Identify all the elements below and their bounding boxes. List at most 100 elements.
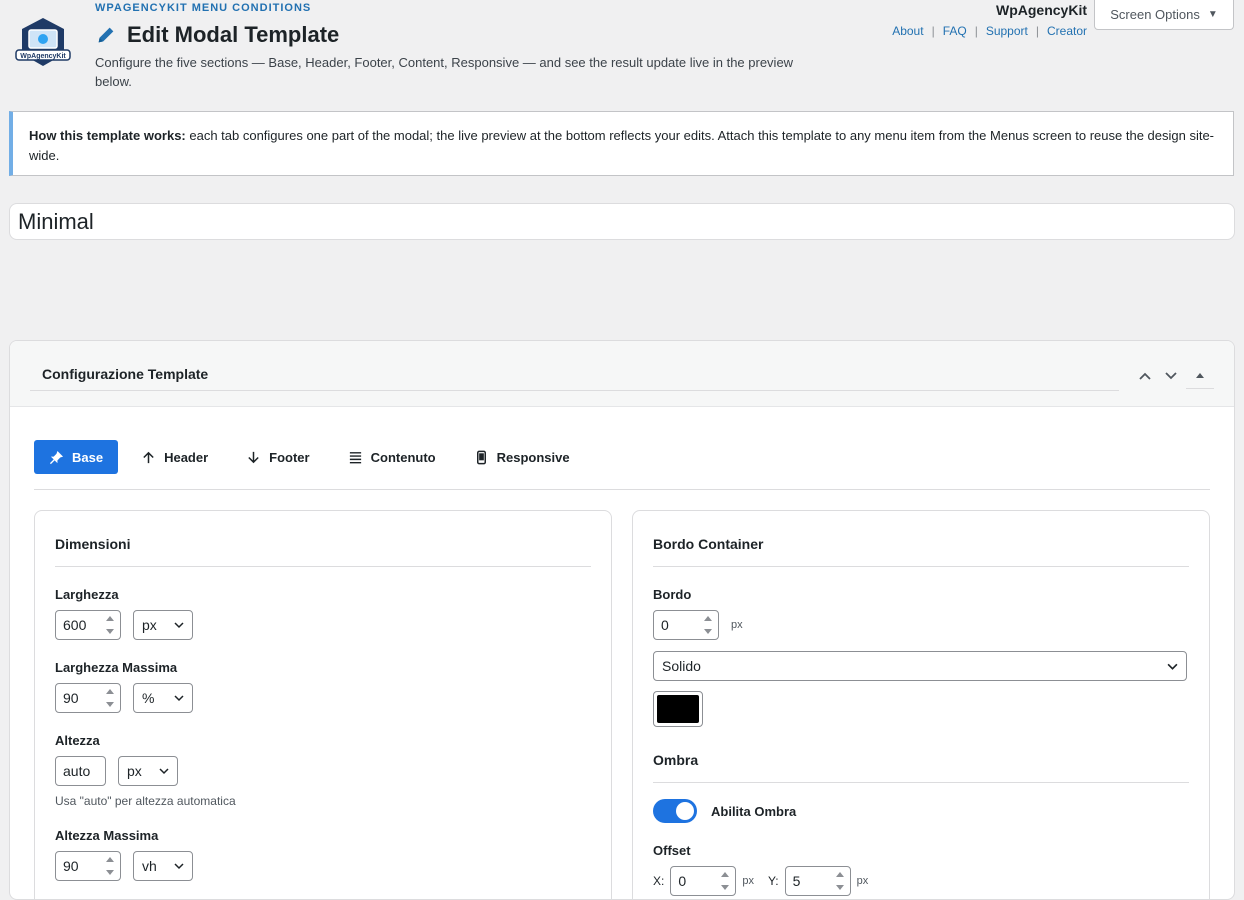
metabox-title: Configurazione Template [42,366,209,382]
max-width-value: 90 [63,690,79,706]
max-width-label: Larghezza Massima [55,660,178,675]
shadow-toggle-label: Abilita Ombra [711,803,797,819]
max-height-input[interactable]: 90 [55,851,121,881]
mobile-icon [476,450,486,464]
height-input[interactable]: auto [55,756,106,786]
move-up-button[interactable] [1134,365,1156,387]
width-input[interactable]: 600 [55,610,121,640]
border-color-swatch[interactable] [653,691,703,727]
width-unit-select[interactable]: px [133,610,193,640]
move-down-button[interactable] [1160,365,1182,387]
faq-link[interactable]: FAQ [943,24,967,38]
template-title-input[interactable] [9,203,1235,240]
chevron-down-icon [1165,372,1177,380]
max-width-unit-select[interactable]: % [133,683,193,713]
tab-label: Base [72,449,104,465]
width-unit: px [142,617,157,633]
logo-text: WpAgencyKit [20,53,66,60]
caret-down-icon: ▼ [1207,9,1218,20]
tab-contenuto[interactable]: Contenuto [333,440,451,474]
border-width-input[interactable]: 0 [653,610,719,640]
collapse-toggle-button[interactable] [1186,363,1214,389]
tab-header[interactable]: Header [126,440,223,474]
chevron-up-icon [1139,372,1151,380]
max-height-label: Altezza Massima [55,828,159,843]
info-notice: How this template works: each tab config… [9,111,1234,176]
notice-strong: How this template works: [29,128,186,143]
offset-y-unit: px [856,875,869,887]
metabox-header: Configurazione Template [10,341,1234,407]
offset-y-value: 5 [792,873,801,889]
offset-x-label: X: [653,874,665,888]
spinner[interactable] [704,616,714,634]
chevron-down-icon [159,768,169,775]
tab-base[interactable]: Base [34,440,119,474]
wpagencykit-logo: WpAgencyKit [15,18,71,66]
screen-options-button[interactable]: Screen Options ▼ [1094,0,1234,30]
offset-label: Offset [653,843,691,858]
dimensions-title: Dimensioni [55,511,591,567]
border-style-select[interactable]: Solido [653,651,1187,681]
pencil-icon [98,27,114,43]
max-height-unit: vh [142,858,157,874]
shadow-title: Ombra [653,752,1189,783]
tab-label: Header [164,449,209,465]
notice-text: each tab configures one part of the moda… [29,128,1215,163]
pin-icon [49,450,64,464]
tab-label: Footer [269,449,310,465]
chevron-down-icon [174,695,184,702]
template-config-metabox: Configurazione Template Base Header Foot… [9,340,1235,900]
tab-footer[interactable]: Footer [231,440,324,474]
link-separator: | [931,24,935,38]
about-link[interactable]: About [892,24,923,38]
max-width-input[interactable]: 90 [55,683,121,713]
link-separator: | [974,24,978,38]
shadow-toggle[interactable] [653,799,697,823]
chevron-down-icon [174,622,184,629]
offset-x-input[interactable]: 0 [670,866,737,896]
top-links: About | FAQ | Support | Creator [892,24,1087,38]
spinner[interactable] [721,872,731,890]
page-title-row: Edit Modal Template [95,22,339,48]
spinner[interactable] [835,872,846,890]
tab-label: Responsive [496,449,570,465]
metabox-controls [1134,363,1214,389]
border-unit: px [731,619,743,631]
support-link[interactable]: Support [986,24,1028,38]
tab-responsive[interactable]: Responsive [459,440,585,474]
height-unit: px [127,763,142,779]
offset-y-input[interactable]: 5 [784,866,851,896]
chevron-down-icon [174,863,184,870]
arrow-down-icon [248,451,259,463]
border-label: Bordo [653,587,692,602]
spinner[interactable] [106,689,116,707]
page-title: Edit Modal Template [127,22,340,47]
dimensions-card: Dimensioni Larghezza 600 px Larghezza Ma… [34,510,612,899]
spinner[interactable] [106,857,116,875]
chevron-down-icon [1167,663,1178,670]
screen-options-label: Screen Options [1110,7,1200,22]
link-separator: | [1035,24,1039,38]
border-title: Bordo Container [653,511,1189,567]
tab-label: Contenuto [370,449,436,465]
border-card: Bordo Container Bordo 0 px Solido Ombra … [632,510,1210,899]
color-fill [657,695,699,723]
max-width-unit: % [142,690,155,706]
offset-x-value: 0 [678,873,687,889]
offset-x-unit: px [742,875,754,887]
height-hint: Usa "auto" per altezza automatica [55,794,236,808]
spinner[interactable] [106,616,116,634]
border-width-value: 0 [661,617,669,633]
list-icon [349,451,361,463]
max-height-value: 90 [63,858,79,874]
brand-name: WpAgencyKit [996,2,1087,18]
height-unit-select[interactable]: px [118,756,178,786]
width-value: 600 [63,617,87,633]
tab-bar: Base Header Footer Contenuto Responsive [34,440,1210,490]
creator-link[interactable]: Creator [1047,24,1087,38]
max-height-unit-select[interactable]: vh [133,851,193,881]
triangle-up-icon [1196,372,1204,378]
width-label: Larghezza [55,587,119,602]
height-label: Altezza [55,733,100,748]
border-style-value: Solido [662,658,701,674]
